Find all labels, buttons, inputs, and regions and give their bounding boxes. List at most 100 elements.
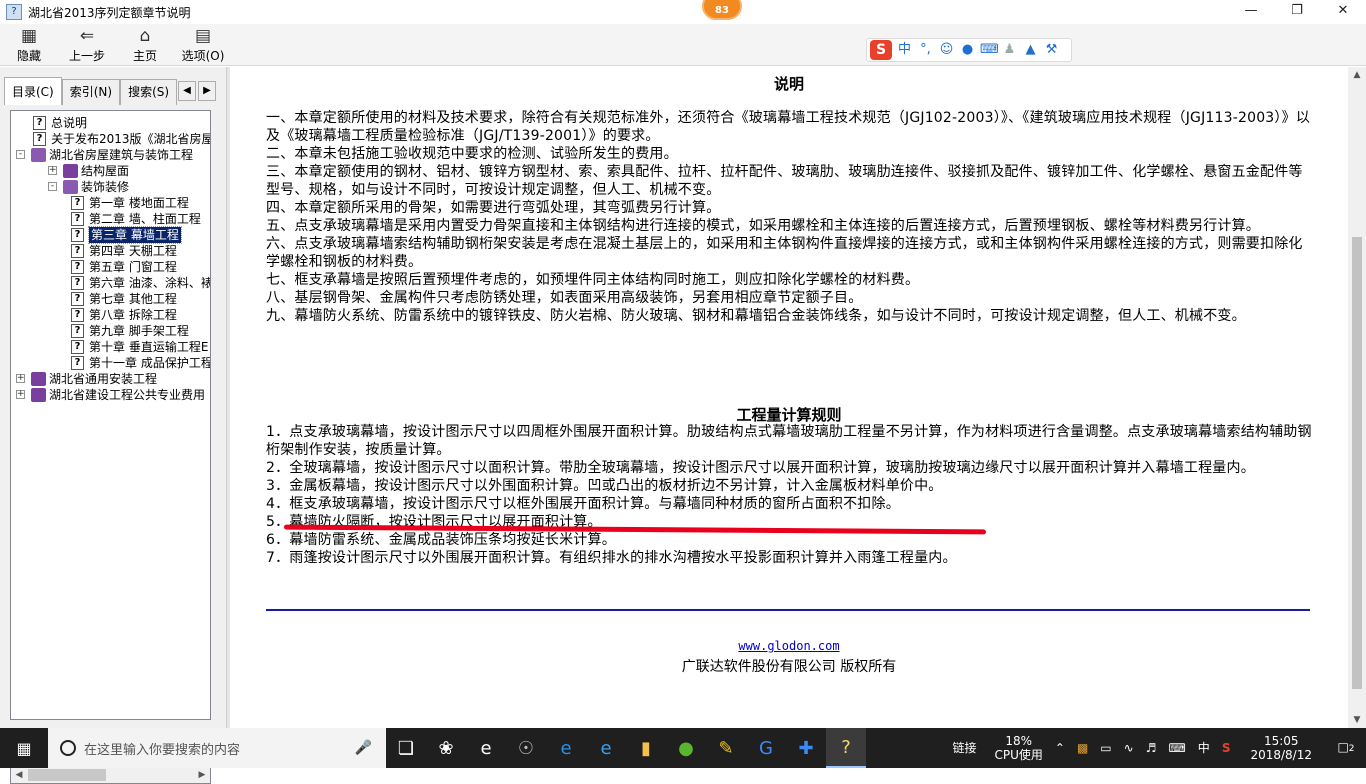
task-view-icon[interactable]: ❏ — [386, 728, 426, 768]
help-window: ? 湖北省2013序列定额章节说明 83 — ❐ ✕ ▦ 隐藏 ⇐ 上一步 ⌂ … — [0, 0, 1366, 784]
collapse-icon[interactable]: - — [16, 150, 25, 159]
website-link[interactable]: www.glodon.com — [230, 639, 1348, 653]
tree-node[interactable]: + 湖北省建设工程公共专业费用 — [11, 387, 210, 403]
tab-left-arrow-icon[interactable]: ◀ — [178, 81, 196, 101]
explanation-item: 五、点支承玻璃幕墙是采用内置受力骨架直接和主体钢结构进行连接的模式，如采用螺栓和… — [266, 218, 1260, 234]
wifi-icon[interactable]: ∿ — [1118, 741, 1140, 755]
emoji-icon[interactable]: ☺ — [938, 41, 955, 59]
options-button[interactable]: ▤ 选项(O) — [174, 24, 232, 66]
microphone-icon[interactable]: 🎤 — [355, 740, 372, 756]
tree-node[interactable]: ? 第五章 门窗工程 — [11, 259, 210, 275]
tree-node[interactable]: + 结构屋面 — [11, 163, 210, 179]
file-explorer-icon[interactable]: ▮ — [626, 728, 666, 768]
tree-node[interactable]: ? 第八章 拆除工程 — [11, 307, 210, 323]
edge-browser-icon[interactable]: e — [466, 728, 506, 768]
rule-item: 6．幕墙防雷系统、金属成品装饰压条均按延长米计算。 — [266, 532, 616, 548]
explanation-item: 一、本章定额所使用的材料及技术要求，除符合有关规范标准外，还须符合《玻璃幕墙工程… — [266, 110, 1311, 144]
search-placeholder: 在这里输入你要搜索的内容 — [84, 742, 241, 758]
explanation-item: 八、基层钢骨架、金属构件只考虑防锈处理，如表面采用高级装饰，另套用相应章节定额子… — [266, 290, 863, 306]
cpu-label: CPU使用 — [994, 748, 1043, 762]
maximize-button[interactable]: ❐ — [1274, 0, 1320, 24]
skin-icon[interactable]: ▲ — [1022, 41, 1039, 59]
tree-node[interactable]: ? 第三章 幕墙工程 — [11, 226, 210, 244]
collapse-icon[interactable]: - — [48, 182, 57, 191]
tab-search[interactable]: 搜索(S) — [120, 79, 178, 105]
tree-node[interactable]: + 湖北省通用安装工程 — [11, 371, 210, 387]
explanation-item: 六、点支承玻璃幕墙索结构辅助钢桁架安装是考虑在混凝土基层上的，如采用和主体钢构件… — [266, 236, 1303, 270]
fan-app-icon[interactable]: ❀ — [426, 728, 466, 768]
punctuation-icon[interactable]: °, — [917, 41, 934, 59]
help-page-icon: ? — [71, 260, 84, 274]
glodon-g-icon[interactable]: G — [746, 728, 786, 768]
chrome-like-browser-icon[interactable]: ☉ — [506, 728, 546, 768]
tree-node[interactable]: ? 总说明 — [11, 115, 210, 131]
ime-toolbar[interactable]: S 中 °, ☺ ● ⌨ ♟ ▲ ⚒ — [866, 38, 1072, 62]
green-app-icon[interactable]: ● — [666, 728, 706, 768]
sogou-tray-icon[interactable]: S — [1216, 741, 1237, 755]
input-language[interactable]: 中 — [1192, 741, 1216, 755]
tree-node[interactable]: ? 第七章 其他工程 — [11, 291, 210, 307]
clock-date: 2018/8/12 — [1250, 748, 1312, 762]
tree-node[interactable]: - 装饰装修 — [11, 179, 210, 195]
plus-app-icon[interactable]: ✚ — [786, 728, 826, 768]
expand-icon[interactable]: + — [48, 166, 57, 175]
expand-icon[interactable]: + — [16, 390, 25, 399]
explanation-item: 七、框支承幕墙是按照后置预埋件考虑的，如预埋件同主体结构同时施工，则应扣除化学螺… — [266, 272, 920, 288]
notification-center-icon[interactable]: □2 — [1326, 740, 1366, 756]
tree-node[interactable]: ? 关于发布2013版《湖北省房屋 — [11, 131, 210, 147]
tab-right-arrow-icon[interactable]: ▶ — [198, 81, 216, 101]
ime-mode[interactable]: 中 — [896, 41, 913, 59]
home-button[interactable]: ⌂ 主页 — [116, 24, 174, 66]
tree-node[interactable]: ? 第一章 楼地面工程 — [11, 195, 210, 211]
back-button[interactable]: ⇐ 上一步 — [58, 24, 116, 66]
tree-node[interactable]: ? 第十一章 成品保护工程 — [11, 355, 210, 371]
contents-tree[interactable]: ? 总说明? 关于发布2013版《湖北省房屋 - 湖北省房屋建筑与装饰工程 + 结构屋面 - 装… — [10, 110, 211, 720]
edge-blue-icon[interactable]: e — [546, 728, 586, 768]
scroll-left-icon[interactable]: ◀ — [11, 767, 27, 783]
tree-node[interactable]: ? 第九章 脚手架工程 — [11, 323, 210, 339]
keyboard-icon[interactable]: ⌨ — [1162, 741, 1191, 755]
scroll-up-icon[interactable]: ▲ — [1348, 67, 1366, 83]
tree-node[interactable]: ? 第二章 墙、柱面工程 — [11, 211, 210, 227]
tab-contents[interactable]: 目录(C) — [4, 77, 62, 105]
tray-monitor-icon[interactable]: ▭ — [1094, 741, 1117, 755]
floating-badge[interactable]: 83 — [702, 0, 742, 20]
start-button[interactable]: ▦ — [0, 728, 48, 768]
clock[interactable]: 15:05 2018/8/12 — [1244, 734, 1318, 762]
hide-button[interactable]: ▦ 隐藏 — [0, 24, 58, 66]
help-app-icon[interactable]: ? — [826, 728, 866, 768]
scroll-right-icon[interactable]: ▶ — [194, 767, 210, 783]
sogou-logo-icon[interactable]: S — [870, 40, 892, 60]
content-scroll-thumb[interactable] — [1352, 237, 1362, 689]
tree-node-label: 第十章 垂直运输工程E — [89, 340, 209, 354]
content-vertical-scrollbar[interactable]: ▲ ▼ — [1348, 67, 1366, 728]
topic-content: 说明 一、本章定额所使用的材料及技术要求，除符合有关规范标准外，还须符合《玻璃幕… — [230, 67, 1348, 728]
tree-node[interactable]: ? 第四章 天棚工程 — [11, 243, 210, 259]
volume-icon[interactable]: ♬ — [1140, 741, 1163, 755]
help-page-icon: ? — [71, 276, 84, 290]
notes-app-icon[interactable]: ✎ — [706, 728, 746, 768]
tree-node[interactable]: - 湖北省房屋建筑与装饰工程 — [11, 147, 210, 163]
minimize-button[interactable]: — — [1228, 0, 1274, 24]
tab-index[interactable]: 索引(N) — [61, 79, 121, 105]
taskbar-search[interactable]: 在这里输入你要搜索的内容 🎤 — [48, 728, 386, 768]
tree-node[interactable]: ? 第十章 垂直运输工程E — [11, 339, 210, 355]
tree-node-label: 第四章 天棚工程 — [89, 244, 177, 258]
tree-node-label: 第七章 其他工程 — [89, 292, 177, 306]
navigation-pane: 目录(C) 索引(N) 搜索(S) ◀ ▶ ? 总说明? 关于发布2013版《湖北省… — [0, 67, 226, 784]
tree-horizontal-scrollbar[interactable]: ◀ ▶ — [10, 767, 211, 784]
close-button[interactable]: ✕ — [1320, 0, 1366, 24]
wrench-icon[interactable]: ⚒ — [1043, 41, 1060, 59]
show-hidden-icons-icon[interactable]: ⌃ — [1049, 741, 1071, 755]
scroll-down-icon[interactable]: ▼ — [1348, 712, 1366, 728]
links-toolbar[interactable]: 链接 — [946, 741, 982, 755]
keyboard-icon[interactable]: ⌨ — [980, 41, 999, 59]
user-icon[interactable]: ♟ — [1001, 41, 1018, 59]
microphone-icon[interactable]: ● — [959, 41, 976, 59]
help-page-icon: ? — [71, 244, 84, 258]
ie-browser-icon[interactable]: e — [586, 728, 626, 768]
scroll-thumb[interactable] — [28, 769, 106, 781]
expand-icon[interactable]: + — [16, 374, 25, 383]
tray-app-icon[interactable]: ▩ — [1071, 741, 1094, 755]
tree-node[interactable]: ? 第六章 油漆、涂料、裱 — [11, 275, 210, 291]
